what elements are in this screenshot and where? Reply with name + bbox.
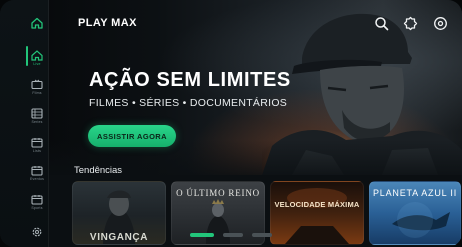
settings-icon bbox=[32, 227, 42, 237]
sidebar-item-series[interactable]: Series bbox=[30, 108, 44, 124]
brand-title: PLAY MAX bbox=[78, 17, 137, 29]
carousel-indicator bbox=[190, 233, 272, 237]
sidebar-active-indicator bbox=[26, 46, 28, 66]
card-title: VELOCIDADE MÁXIMA bbox=[274, 200, 360, 209]
sidebar-item-label: Live bbox=[33, 62, 41, 66]
home-logo-icon[interactable] bbox=[30, 16, 44, 30]
card-title: VINGANÇA bbox=[89, 232, 149, 243]
carousel-dot[interactable] bbox=[190, 233, 214, 237]
card-poster-image bbox=[285, 188, 349, 244]
sidebar-item-label: Eventos bbox=[30, 177, 45, 181]
sidebar: Live Films Series Lists Eventos Sports bbox=[0, 0, 49, 247]
sidebar-item-films[interactable]: Films bbox=[30, 79, 44, 95]
hero-subtitle: FILMES • SÉRIES • DOCUMENTÁRIOS bbox=[89, 97, 288, 109]
film-icon bbox=[31, 108, 43, 119]
sidebar-item-events[interactable]: Eventos bbox=[30, 165, 44, 181]
sidebar-item-label: Films bbox=[32, 91, 42, 95]
calendar-icon bbox=[31, 138, 43, 148]
settings-icon[interactable] bbox=[433, 16, 448, 31]
trending-card[interactable]: VELOCIDADE MÁXIMA bbox=[270, 181, 364, 245]
sidebar-item-label: Sports bbox=[31, 206, 43, 210]
watch-now-button[interactable]: ASSISTIR AGORA bbox=[88, 125, 176, 147]
app-frame: Live Films Series Lists Eventos Sports P… bbox=[0, 0, 462, 247]
sidebar-item-sports[interactable]: Sports bbox=[30, 194, 44, 210]
sidebar-item-live[interactable]: Live bbox=[30, 50, 44, 66]
calendar-icon bbox=[31, 195, 43, 205]
tv-icon bbox=[31, 79, 43, 90]
sidebar-item-label: Series bbox=[31, 120, 43, 124]
sidebar-item-settings[interactable] bbox=[30, 226, 44, 238]
calendar-icon bbox=[31, 166, 43, 176]
carousel-dot[interactable] bbox=[252, 233, 272, 237]
card-poster-image bbox=[392, 202, 450, 238]
trending-title: Tendências bbox=[74, 165, 123, 176]
trending-card[interactable]: VINGANÇA bbox=[72, 181, 166, 245]
carousel-dot[interactable] bbox=[223, 233, 243, 237]
home-icon bbox=[31, 50, 43, 61]
sidebar-item-label: Lists bbox=[32, 149, 42, 153]
notification-icon[interactable] bbox=[403, 16, 418, 31]
trending-card[interactable]: PLANETA AZUL II bbox=[369, 181, 461, 245]
hero-title: AÇÃO SEM LIMITES bbox=[89, 69, 291, 91]
search-icon[interactable] bbox=[374, 16, 389, 31]
sidebar-item-lists[interactable]: Lists bbox=[30, 137, 44, 153]
